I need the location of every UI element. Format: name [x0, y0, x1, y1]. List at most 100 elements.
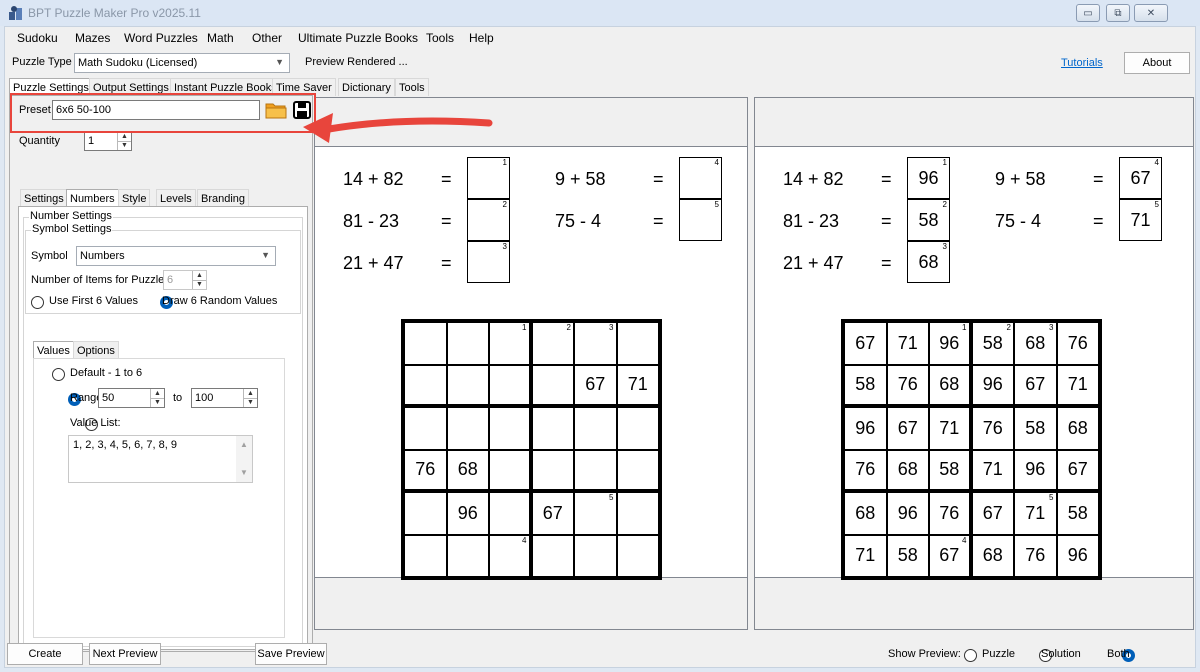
menu-mazes[interactable]: Mazes	[75, 31, 110, 45]
spin-up-icon[interactable]: ▲	[118, 132, 131, 142]
solution_preview-equation-expr: 75 - 4	[995, 211, 1042, 231]
menu-word-puzzles[interactable]: Word Puzzles	[124, 31, 198, 45]
solution_preview-cell-value: 71	[1067, 374, 1088, 395]
symbol-combo[interactable]: Numbers ▼	[76, 246, 276, 266]
solution_preview-cell-value: 58	[855, 374, 876, 395]
solution_preview-grid-cell: 71	[971, 449, 1014, 492]
scroll-down-icon[interactable]: ▼	[240, 468, 248, 477]
puzzle-type-combo[interactable]: Math Sudoku (Licensed) ▼	[74, 53, 290, 73]
range-from-stepper[interactable]: 50 ▲ ▼	[98, 388, 165, 408]
symbol-value: Numbers	[80, 250, 125, 262]
puzzle_preview-grid-cell	[489, 449, 532, 492]
solution_preview-grid-cell: 67	[1056, 449, 1099, 492]
value-list-textarea[interactable]: 1, 2, 3, 4, 5, 6, 7, 8, 9 ▲ ▼	[68, 435, 253, 483]
tutorials-link[interactable]: Tutorials	[1061, 57, 1103, 69]
close-button[interactable]: ✕	[1134, 4, 1168, 22]
about-button[interactable]: About	[1124, 52, 1190, 74]
solution_preview-answer-box: 67 4	[1119, 157, 1162, 199]
menu-help[interactable]: Help	[469, 31, 494, 45]
solution_preview-answer-box: 58 2	[907, 199, 950, 241]
solution_preview-cell-value: 58	[897, 545, 918, 566]
tab-settings[interactable]: Settings	[20, 189, 68, 207]
puzzle_preview-cell-value: 67	[585, 374, 606, 395]
puzzle_preview-grid-cell	[489, 407, 532, 450]
puzzle-type-value: Math Sudoku (Licensed)	[78, 57, 198, 69]
puzzle_preview-grid-cell	[616, 407, 659, 450]
spin-up-icon[interactable]: ▲	[193, 271, 206, 281]
to-label: to	[173, 392, 183, 404]
puzzle_preview-grid-cell: 67	[574, 364, 617, 407]
items-stepper[interactable]: 6 ▲ ▼	[163, 270, 207, 290]
tab-numbers[interactable]: Numbers	[66, 189, 119, 207]
menu-math[interactable]: Math	[207, 31, 234, 45]
solution_preview-cell-corner-number: 5	[1049, 493, 1054, 502]
puzzle_preview-grid-cell	[446, 407, 489, 450]
menu-ultimate-puzzle-books[interactable]: Ultimate Puzzle Books	[298, 31, 418, 45]
scroll-up-icon[interactable]: ▲	[240, 440, 248, 449]
spin-down-icon[interactable]: ▼	[118, 142, 131, 151]
menu-tools[interactable]: Tools	[426, 31, 454, 45]
solution_preview-cell-value: 76	[939, 502, 960, 523]
spin-down-icon[interactable]: ▼	[151, 399, 164, 408]
next-preview-button[interactable]: Next Preview	[89, 643, 161, 665]
puzzle_preview-equals-sign: =	[441, 253, 452, 273]
show-puzzle-radio[interactable]	[964, 649, 977, 663]
quantity-stepper[interactable]: 1 ▲ ▼	[84, 131, 132, 151]
spin-buttons[interactable]: ▲ ▼	[150, 389, 164, 407]
tab-levels[interactable]: Levels	[156, 189, 196, 207]
minimize-button[interactable]: ▭	[1076, 4, 1100, 22]
tab-branding[interactable]: Branding	[197, 189, 250, 207]
tab-style[interactable]: Style	[118, 189, 151, 207]
menu-sudoku[interactable]: Sudoku	[17, 31, 58, 45]
solution_preview-equals-sign: =	[881, 211, 892, 231]
solution_preview-grid-cell: 67	[844, 322, 887, 365]
puzzle_preview-sudoku-grid: 1 2 3 67 71 76 68 96 67 5 4	[401, 319, 662, 580]
puzzle_preview-answer-box: 2	[467, 199, 510, 241]
quantity-value: 1	[88, 135, 95, 147]
spin-up-icon[interactable]: ▲	[244, 389, 257, 399]
spin-buttons[interactable]: ▲ ▼	[243, 389, 257, 407]
solution_preview-answer-number: 2	[942, 200, 947, 209]
create-button[interactable]: Create	[7, 643, 83, 665]
puzzle_preview-grid-cell	[616, 322, 659, 365]
spin-up-icon[interactable]: ▲	[151, 389, 164, 399]
solution_preview-cell-value: 58	[939, 459, 960, 480]
puzzle_preview-cell-corner-number: 4	[522, 535, 527, 545]
solution_preview-grid-cell: 58	[1056, 492, 1099, 535]
maximize-button[interactable]: ⧉	[1106, 4, 1130, 22]
solution_preview-grid-cell: 96	[886, 492, 929, 535]
solution_preview-cell-value: 67	[897, 417, 918, 438]
puzzle_preview-answer-box: 1	[467, 157, 510, 199]
spin-buttons[interactable]: ▲ ▼	[117, 132, 131, 150]
solution_preview-answer-number: 5	[1154, 200, 1159, 209]
scrollbar[interactable]: ▲ ▼	[236, 436, 252, 482]
puzzle_preview-equation-expr: 81 - 23	[343, 211, 400, 231]
puzzle_preview-cell-value: 96	[457, 502, 478, 523]
default-radio[interactable]	[52, 368, 65, 382]
solution-preview-page: 14 + 82 = 96 1 81 - 23 = 58 2 21 + 47 = 68 3 9 + 58 =…	[755, 146, 1193, 580]
values-panel: Default - 1 to 6 Range 50 ▲ ▼ to 100 ▲ ▼ V…	[33, 358, 285, 638]
puzzle_preview-cell-value: 67	[542, 502, 563, 523]
spin-down-icon[interactable]: ▼	[193, 281, 206, 290]
puzzle_preview-cell-corner-number: 5	[609, 493, 614, 502]
symbol-settings-title: Symbol Settings	[31, 223, 113, 235]
menu-other[interactable]: Other	[252, 31, 282, 45]
spin-down-icon[interactable]: ▼	[244, 399, 257, 408]
tab-options[interactable]: Options	[73, 341, 119, 359]
tab-tools[interactable]: Tools	[395, 78, 429, 96]
minimize-icon: ▭	[1083, 7, 1093, 19]
spin-buttons[interactable]: ▲ ▼	[192, 271, 206, 289]
tab-dictionary[interactable]: Dictionary	[338, 78, 395, 96]
settings-panel: Preset 6x6 50-100 Quantity 1 ▲ ▼ Settings…	[9, 95, 313, 652]
tab-values[interactable]: Values	[33, 341, 74, 359]
puzzle_preview-equation-expr: 14 + 82	[343, 169, 404, 189]
numbers-panel: Number Settings Symbol Settings Symbol N…	[18, 206, 308, 650]
puzzle-type-label: Puzzle Type	[12, 56, 72, 68]
solution_preview-cell-corner-number: 3	[1049, 323, 1054, 332]
range-to-stepper[interactable]: 100 ▲ ▼	[191, 388, 258, 408]
annotation-arrow-icon	[303, 113, 493, 143]
puzzle_preview-grid-cell	[404, 492, 447, 535]
puzzle_preview-grid-cell	[531, 534, 574, 577]
save-preview-button[interactable]: Save Preview	[255, 643, 327, 665]
solution_preview-grid-cell: 58	[844, 364, 887, 407]
